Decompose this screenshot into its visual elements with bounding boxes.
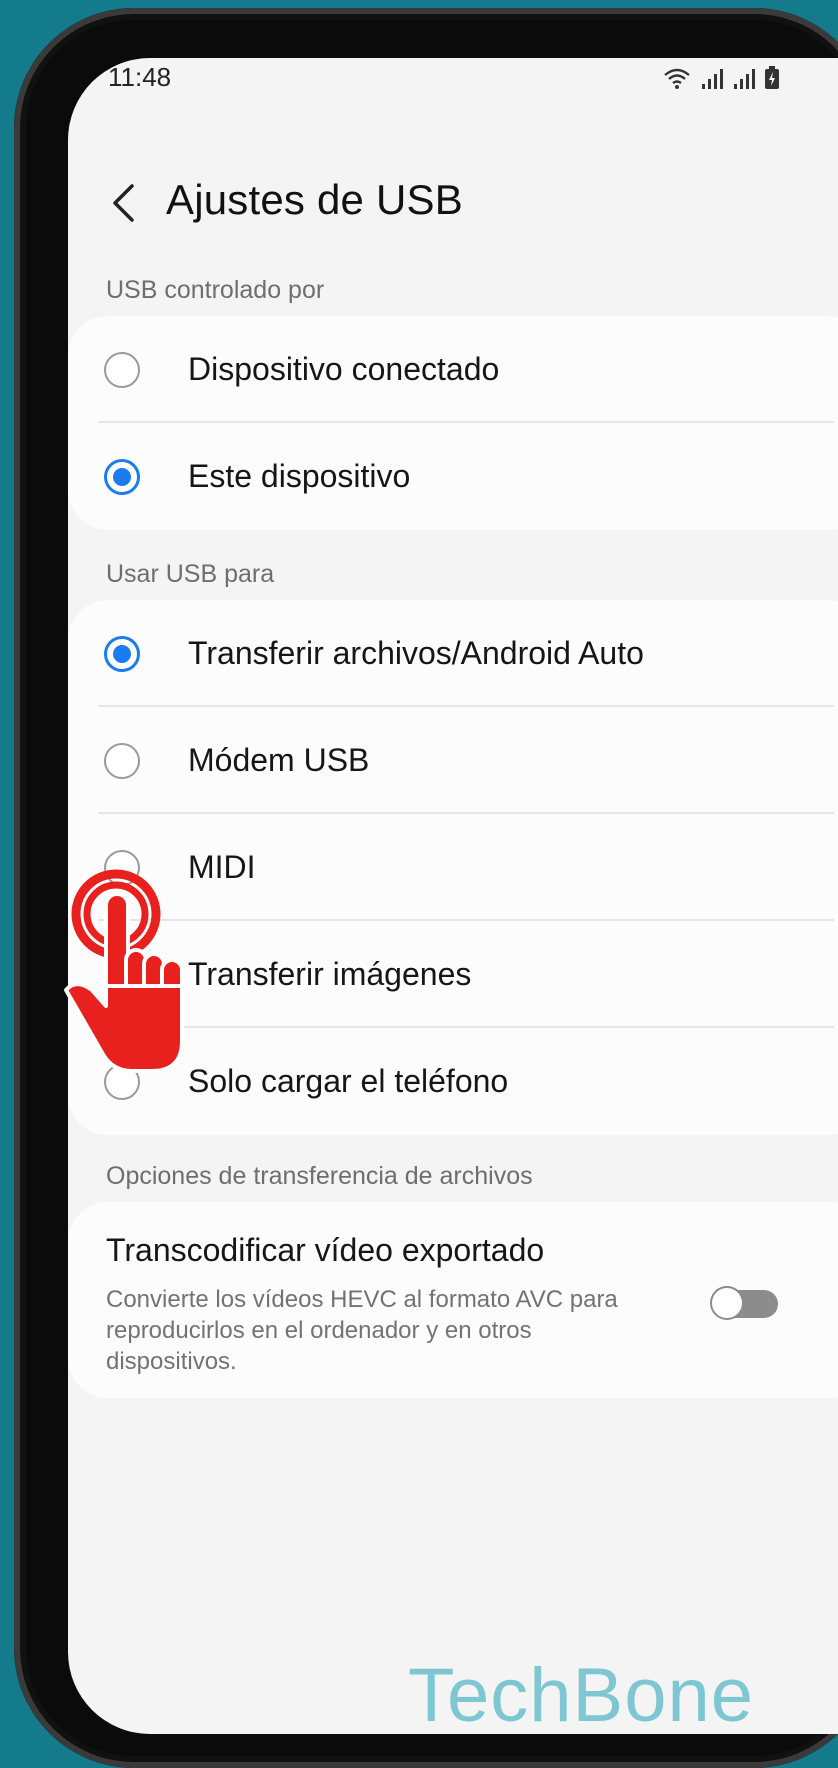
status-icons [662,66,780,90]
radio-button[interactable] [104,743,140,779]
setting-title: Transcodificar vídeo exportado [106,1232,545,1268]
radio-button-selected[interactable] [104,636,140,672]
toggle-knob [710,1286,744,1320]
radio-button[interactable] [104,352,140,388]
setting-description: Convierte los vídeos HEVC al formato AVC… [106,1286,618,1375]
radio-option-transferir-archivos[interactable]: Transferir archivos/Android Auto [68,600,838,707]
radio-option-este-dispositivo[interactable]: Este dispositivo [68,423,838,530]
tap-hand-icon [64,869,184,1073]
app-bar: Ajustes de USB [68,168,838,248]
transcode-video-setting[interactable]: Transcodificar vídeo exportado Convierte… [68,1202,838,1398]
section-label-controlled-by: USB controlado por [106,276,325,304]
option-label: Módem USB [188,742,370,778]
radio-button-selected[interactable] [104,459,140,495]
techbone-watermark: TechBone [408,1653,755,1738]
signal-icon [734,69,755,89]
status-bar: 11:48 [68,58,838,128]
signal-icon [702,69,723,89]
section-label-use-usb-for: Usar USB para [106,560,275,588]
page-title: Ajustes de USB [166,176,463,223]
section-label-file-transfer: Opciones de transferencia de archivos [106,1162,533,1190]
back-button[interactable] [98,178,148,228]
status-time: 11:48 [108,62,172,92]
transcode-toggle-switch[interactable] [710,1286,778,1320]
option-label: Este dispositivo [188,458,411,494]
option-label: Solo cargar el teléfono [188,1063,509,1099]
option-label: Transferir archivos/Android Auto [188,635,644,671]
back-arrow-icon [113,184,134,222]
radio-option-modem-usb[interactable]: Módem USB [68,707,838,814]
radio-option-dispositivo-conectado[interactable]: Dispositivo conectado [68,316,838,423]
battery-icon [765,66,779,89]
controlled-by-card: Dispositivo conectado Este dispositivo [68,316,838,530]
wifi-icon [664,68,690,89]
option-label: Transferir imágenes [188,956,472,992]
option-label: Dispositivo conectado [188,351,500,387]
